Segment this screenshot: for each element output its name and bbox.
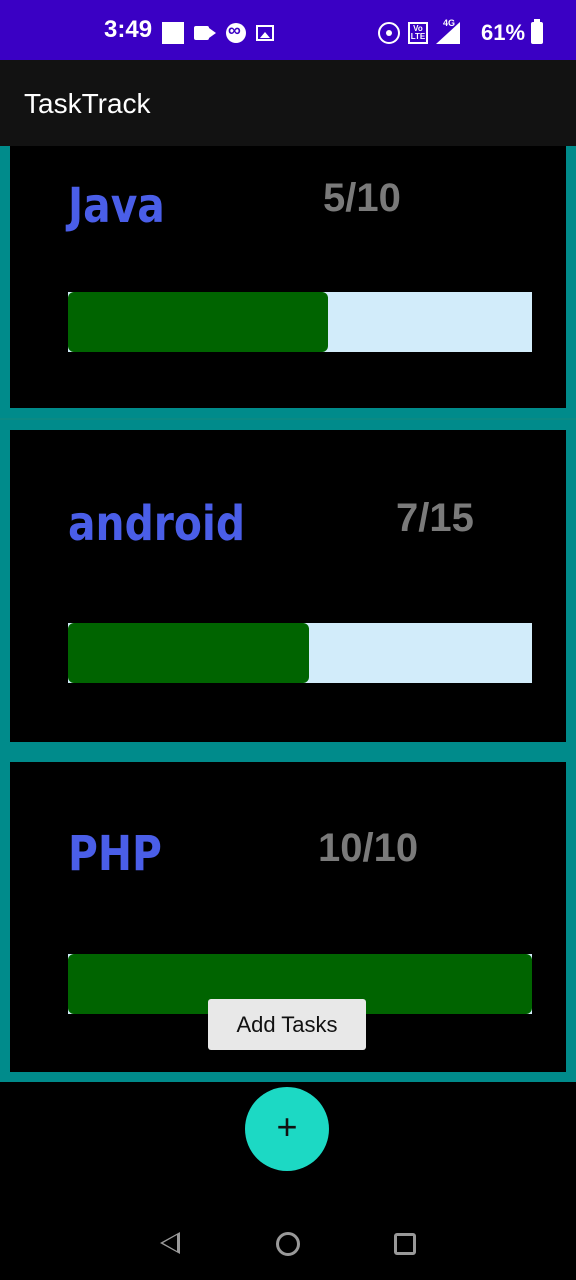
progress-fill — [68, 623, 310, 683]
task-card-java[interactable]: Java 5/10 — [0, 146, 576, 418]
progress-fill — [68, 292, 328, 352]
navigation-bar — [0, 1200, 576, 1280]
task-progress-text: 10/10 — [318, 826, 419, 870]
image-icon — [256, 25, 274, 41]
battery-percent: 61% — [481, 20, 526, 45]
home-icon[interactable] — [276, 1232, 300, 1256]
status-bar: 3:49 Vo LTE 4G 61% — [0, 0, 576, 60]
network-type-label: 4G — [443, 18, 456, 28]
app-title: TaskTrack — [24, 88, 151, 119]
task-progress-text: 7/15 — [396, 496, 474, 540]
add-tasks-tooltip: Add Tasks — [208, 999, 366, 1050]
hotspot-icon — [378, 22, 400, 44]
battery-icon — [531, 19, 543, 44]
task-progress-text: 5/10 — [323, 176, 401, 220]
task-name: android — [68, 496, 246, 552]
app-bar: TaskTrack — [0, 60, 576, 146]
task-progress-bar — [68, 623, 532, 683]
task-name: Java — [68, 178, 165, 234]
status-time: 3:49 — [104, 16, 153, 43]
add-task-fab[interactable]: + — [245, 1087, 329, 1171]
link-icon — [226, 20, 246, 43]
volte-icon: Vo LTE — [408, 22, 428, 44]
task-name: PHP — [68, 826, 162, 882]
square-notification-icon — [162, 22, 184, 44]
task-progress-bar — [68, 292, 532, 352]
task-list[interactable]: Java 5/10 android 7/15 PHP 10/10 — [0, 146, 576, 1082]
recents-icon[interactable] — [394, 1233, 416, 1255]
plus-icon: + — [276, 1106, 298, 1147]
video-camera-icon — [194, 26, 216, 40]
task-card-android[interactable]: android 7/15 — [0, 420, 576, 752]
back-icon[interactable] — [160, 1232, 180, 1254]
